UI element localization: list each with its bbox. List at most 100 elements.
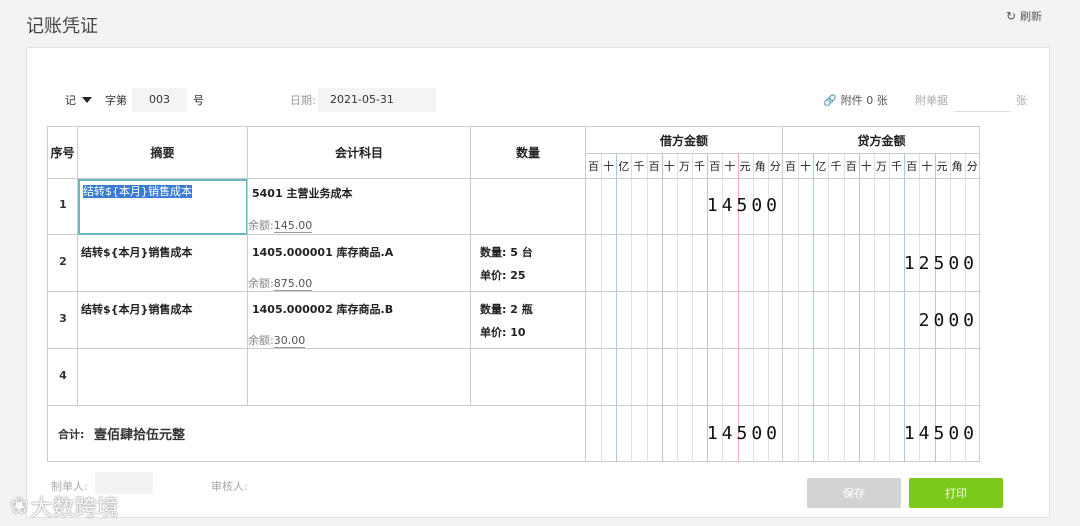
amount-grid-line bbox=[889, 154, 891, 462]
row-4-index: 4 bbox=[59, 369, 67, 382]
page-title: 记账凭证 bbox=[26, 16, 98, 37]
credit-unit-11: 角 bbox=[951, 160, 963, 173]
credit-unit-9: 十 bbox=[921, 160, 933, 173]
row-2-balance-value: 875.00 bbox=[273, 277, 313, 291]
row-2-summary[interactable]: 结转${本月}销售成本 bbox=[81, 244, 192, 260]
amount-grid-line bbox=[616, 154, 618, 462]
credit-unit-1: 十 bbox=[800, 160, 812, 173]
debit-unit-6: 万 bbox=[678, 160, 690, 173]
amount-grid-line bbox=[919, 154, 921, 462]
credit-unit-7: 千 bbox=[891, 160, 903, 173]
row-3-price[interactable]: 单价: 10 bbox=[480, 324, 526, 340]
attach-doc-label: 附单据 bbox=[915, 94, 948, 107]
row-1-index: 1 bbox=[59, 198, 67, 211]
row-2-index: 2 bbox=[59, 255, 67, 268]
refresh-label: 刷新 bbox=[1020, 10, 1042, 23]
debit-unit-8: 百 bbox=[709, 160, 721, 173]
row-1-summary-input[interactable]: 结转${本月}销售成本 bbox=[78, 179, 248, 235]
credit-unit-5: 十 bbox=[860, 160, 872, 173]
row-3-account[interactable]: 1405.000002 库存商品.B bbox=[252, 301, 393, 317]
row-1-debit[interactable]: 14500 bbox=[707, 195, 781, 216]
debit-unit-7: 千 bbox=[694, 160, 706, 173]
print-button[interactable]: 打印 bbox=[909, 478, 1003, 508]
refresh-button[interactable]: ↻ 刷新 bbox=[1006, 8, 1042, 24]
amount-grid-line bbox=[858, 154, 860, 462]
amount-grid-line bbox=[949, 154, 951, 462]
amount-grid-line bbox=[873, 154, 875, 462]
row-1-balance-value: 145.00 bbox=[273, 219, 313, 233]
voucher-panel: 记 字第 003 号 日期: 2021-05-31 🔗 附件 0 张 附单据 张… bbox=[26, 47, 1050, 518]
col-header-credit: 贷方金额 bbox=[783, 127, 980, 154]
row-1-account[interactable]: 5401 主营业务成本 bbox=[252, 185, 352, 201]
row-3-summary[interactable]: 结转${本月}销售成本 bbox=[81, 301, 192, 317]
debit-unit-1: 十 bbox=[603, 160, 615, 173]
debit-unit-10: 元 bbox=[739, 160, 751, 173]
debit-unit-5: 十 bbox=[663, 160, 675, 173]
debit-unit-12: 分 bbox=[769, 160, 781, 173]
amount-grid-line bbox=[828, 154, 830, 462]
row-3-balance: 余额:30.00 bbox=[248, 332, 306, 348]
total-debit: 14500 bbox=[706, 423, 781, 444]
credit-unit-2: 亿 bbox=[815, 160, 827, 173]
col-header-qty: 数量 bbox=[471, 127, 586, 179]
credit-unit-0: 百 bbox=[785, 160, 796, 173]
watermark-logo: ❀ 大数跨境 bbox=[10, 490, 118, 522]
col-header-idx: 序号 bbox=[48, 127, 78, 179]
total-label: 合计: bbox=[58, 428, 85, 441]
attachment-link[interactable]: 🔗 附件 0 张 bbox=[823, 92, 888, 108]
voucher-number-input[interactable]: 003 bbox=[132, 88, 187, 112]
voucher-table: 序号 摘要 会计科目 数量 借方金额 贷方金额 百十亿千百十万千百十元角分百十亿… bbox=[47, 126, 980, 462]
watermark-text: 大数跨境 bbox=[30, 496, 119, 521]
save-button[interactable]: 保存 bbox=[807, 478, 901, 508]
row-3-index: 3 bbox=[59, 312, 67, 325]
row-1-balance-label: 余额: bbox=[248, 219, 274, 232]
row-2-balance: 余额:875.00 bbox=[248, 275, 313, 291]
debit-unit-0: 百 bbox=[588, 160, 599, 173]
credit-unit-10: 元 bbox=[936, 160, 948, 173]
debit-unit-4: 百 bbox=[648, 160, 660, 173]
row-3-balance-label: 余额: bbox=[248, 334, 274, 347]
reviewer-label: 审核人: bbox=[211, 480, 248, 493]
col-header-summary: 摘要 bbox=[78, 127, 248, 179]
row-2-price[interactable]: 单价: 25 bbox=[480, 267, 526, 283]
col-header-debit: 借方金额 bbox=[586, 127, 783, 154]
row-2-balance-label: 余额: bbox=[248, 277, 274, 290]
amount-grid-line bbox=[798, 154, 800, 462]
amount-grid-line bbox=[904, 154, 906, 462]
row-3-balance-value: 30.00 bbox=[273, 334, 306, 348]
number-suffix: 号 bbox=[193, 94, 204, 107]
total-credit: 14500 bbox=[903, 423, 978, 444]
date-input[interactable]: 2021-05-31 bbox=[318, 88, 436, 112]
row-3-qty[interactable]: 数量: 2 瓶 bbox=[480, 301, 533, 317]
date-label: 日期: bbox=[290, 94, 316, 107]
amount-grid-line bbox=[676, 154, 678, 462]
row-2-qty[interactable]: 数量: 5 台 bbox=[480, 244, 533, 260]
row-1-balance: 余额:145.00 bbox=[248, 217, 313, 233]
row-2-account[interactable]: 1405.000001 库存商品.A bbox=[252, 244, 393, 260]
attach-doc-count-input[interactable] bbox=[955, 88, 1011, 112]
credit-unit-12: 分 bbox=[966, 160, 978, 173]
amount-grid-line bbox=[601, 154, 603, 462]
word-label: 字第 bbox=[105, 94, 127, 107]
amount-grid-line bbox=[631, 154, 633, 462]
credit-unit-8: 百 bbox=[906, 160, 918, 173]
watermark-icon: ❀ bbox=[10, 493, 29, 519]
row-3-credit[interactable]: 2000 bbox=[919, 310, 978, 331]
amount-grid-line bbox=[934, 154, 936, 462]
debit-unit-9: 十 bbox=[724, 160, 736, 173]
attachment-label: 附件 0 张 bbox=[840, 94, 888, 107]
voucher-word: 记 bbox=[65, 94, 76, 107]
amount-grid-line bbox=[646, 154, 648, 462]
debit-unit-3: 千 bbox=[633, 160, 645, 173]
col-header-account: 会计科目 bbox=[248, 127, 471, 179]
debit-unit-11: 角 bbox=[754, 160, 766, 173]
voucher-word-select[interactable]: 记 bbox=[65, 92, 92, 108]
paperclip-icon: 🔗 bbox=[823, 93, 837, 107]
amount-grid-line bbox=[964, 154, 966, 462]
refresh-icon: ↻ bbox=[1005, 9, 1016, 23]
row-2-credit[interactable]: 12500 bbox=[904, 253, 978, 274]
credit-unit-3: 千 bbox=[830, 160, 842, 173]
debit-unit-2: 亿 bbox=[618, 160, 630, 173]
amount-grid-line bbox=[843, 154, 845, 462]
credit-unit-6: 万 bbox=[875, 160, 887, 173]
